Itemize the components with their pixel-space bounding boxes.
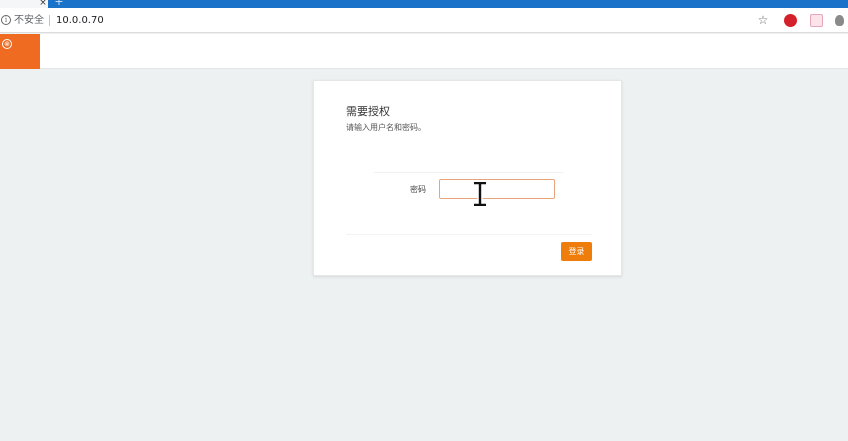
brand-icon: ⊗ [2,39,12,49]
page-header [0,34,848,69]
browser-tabstrip: × + [0,0,848,8]
form-divider-top [374,172,564,173]
login-button[interactable]: 登录 [561,242,592,261]
tab-close-icon[interactable]: × [38,0,48,8]
brand-logo[interactable]: ⊗ [0,34,40,69]
new-tab-icon[interactable]: + [54,0,64,7]
text-cursor-icon [474,182,486,206]
star-icon[interactable]: ☆ [756,13,770,27]
password-input[interactable] [439,179,555,199]
address-divider [49,15,50,26]
browser-tab[interactable]: × [0,0,48,8]
login-card: 需要授权 请输入用户名和密码。 密码 登录 [313,80,622,276]
browser-toolbar: i 不安全 10.0.0.70 ☆ [0,8,848,33]
red-extension-icon[interactable] [784,14,797,27]
password-label: 密码 [410,185,426,194]
info-icon[interactable]: i [1,15,11,25]
gray-extension-icon[interactable] [835,15,844,26]
login-title: 需要授权 [346,105,390,118]
security-status-label[interactable]: 不安全 [14,14,44,27]
pink-extension-icon[interactable] [810,14,823,27]
form-divider-bottom [346,234,592,235]
login-subtitle: 请输入用户名和密码。 [346,123,426,132]
address-bar-url[interactable]: 10.0.0.70 [56,14,104,27]
